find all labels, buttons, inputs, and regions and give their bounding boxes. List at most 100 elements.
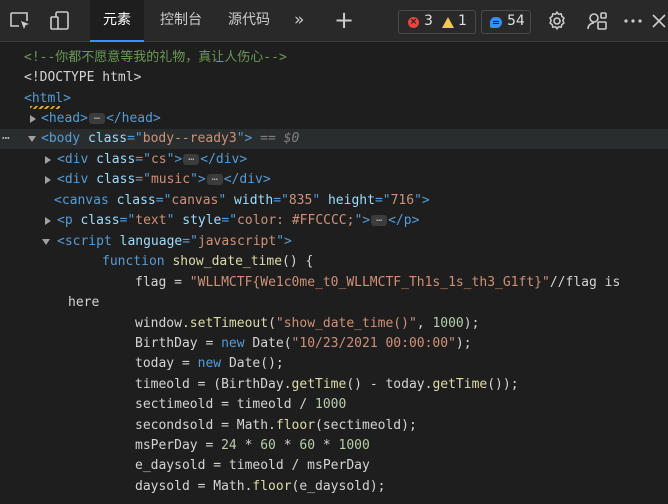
dom-tree-line[interactable]: ⋯ <body class="body--ready3"> == $0 (0, 129, 668, 149)
dom-tree-line[interactable]: sectimeold = timeold / 1000 (0, 395, 668, 415)
code-token: 835 (288, 193, 313, 208)
warning-count: 1 (458, 13, 467, 29)
dom-tree-line[interactable]: e_daysold = timeold / msPerDay (0, 456, 668, 476)
close-icon[interactable] (650, 9, 668, 33)
code-token: //flag is (549, 275, 621, 290)
tab-elements[interactable]: 元素 (90, 0, 144, 42)
code-token: here (68, 295, 100, 310)
more-options-icon[interactable] (621, 9, 645, 33)
line-content: <body class="body--ready3"> == $0 (41, 129, 299, 149)
expand-arrow-icon[interactable] (30, 115, 36, 123)
dom-tree-line[interactable]: <div class="cs">… </div> (0, 150, 668, 170)
code-token: function (102, 254, 173, 269)
code-token: 716 (390, 193, 415, 208)
connected-devices-icon[interactable] (585, 9, 609, 33)
code-token: ); (463, 316, 480, 331)
dom-tree-line[interactable]: <p class="text" style="color: #FFCCCC;">… (0, 211, 668, 231)
expand-arrow-icon[interactable] (45, 176, 51, 184)
code-token: 1000 (338, 438, 370, 453)
code-token: "> (354, 213, 371, 228)
code-token: BirthDay = (135, 336, 222, 351)
more-tabs-button[interactable]: » (294, 10, 304, 30)
line-content: <canvas class="canvas" width="835" heigh… (54, 191, 430, 211)
dom-tree-line[interactable]: <script language="javascript"> (0, 232, 668, 252)
code-token: class (96, 152, 136, 167)
dom-tree-line[interactable]: <!--你都不愿意等我的礼物，真让人伤心--> (0, 48, 668, 68)
line-content: today = new Date(); (135, 354, 284, 374)
code-token: ); (455, 336, 472, 351)
code-token: =" (119, 213, 136, 228)
code-token: show_date_time (172, 254, 283, 269)
code-token: daysold = Math. (135, 479, 253, 494)
tab-console[interactable]: 控制台 (150, 0, 212, 41)
line-content: <p class="text" style="color: #FFCCCC;">… (57, 211, 419, 231)
collapse-arrow-icon[interactable] (28, 136, 36, 142)
code-token: Date(); (228, 356, 284, 371)
code-token: canvas (171, 193, 219, 208)
dom-tree-line[interactable]: BirthDay = new Date("10/23/2021 00:00:00… (0, 334, 668, 354)
code-token: " (166, 213, 183, 228)
code-token: language (119, 234, 183, 249)
dom-tree-line[interactable]: window.setTimeout("show_date_time()", 10… (0, 314, 668, 334)
collapse-arrow-icon[interactable] (42, 239, 50, 245)
dom-tree-line[interactable]: secondsold = Math.floor(sectimeold); (0, 416, 668, 436)
collapsed-content-ellipsis[interactable]: … (206, 173, 223, 185)
messages-counter[interactable]: 54 (481, 10, 531, 34)
dom-tree-line[interactable]: <canvas class="canvas" width="835" heigh… (0, 191, 668, 211)
line-content: flag = "WLLMCTF{We1c0me_t0_WLLMCTF_Th1s_… (135, 273, 620, 293)
code-token: * (275, 438, 300, 453)
line-content: here (68, 293, 99, 313)
code-token: , (416, 316, 433, 331)
dom-tree-line[interactable]: here (0, 293, 668, 313)
code-token: "10/23/2021 00:00:00" (291, 336, 456, 351)
code-token: width (234, 193, 274, 208)
code-token: ()); (487, 377, 519, 392)
expand-arrow-icon[interactable] (45, 217, 51, 225)
code-token: cs (150, 152, 167, 167)
code-token: getTime (291, 377, 347, 392)
code-token: height (327, 193, 375, 208)
settings-gear-icon[interactable] (545, 9, 569, 33)
dom-tree-line[interactable]: function show_date_time() { (0, 252, 668, 272)
dom-tree-line[interactable]: daysold = Math.floor(e_daysold); (0, 477, 668, 497)
line-content: <script language="javascript"> (57, 232, 292, 252)
code-token: == $0 (252, 131, 300, 146)
dom-tree-line[interactable]: today = new Date(); (0, 354, 668, 374)
line-content: function show_date_time() { (102, 252, 313, 272)
dom-tree-line[interactable]: <head>… </head> (0, 109, 668, 129)
code-token: <script (57, 234, 120, 249)
issues-counter[interactable]: × 3 1 (398, 10, 476, 34)
tab-sources[interactable]: 源代码 (218, 0, 280, 41)
dom-tree-line[interactable]: <html> (0, 89, 668, 109)
device-emulation-icon[interactable] (48, 9, 72, 33)
dom-tree-line[interactable]: timeold = (BirthDay.getTime() - today.ge… (0, 375, 668, 395)
dom-tree-line[interactable]: msPerDay = 24 * 60 * 60 * 1000 (0, 436, 668, 456)
add-tab-button[interactable]: + (334, 5, 354, 35)
message-count: 54 (507, 13, 525, 29)
dom-tree-line[interactable]: flag = "WLLMCTF{We1c0me_t0_WLLMCTF_Th1s_… (0, 273, 668, 293)
inspect-element-icon[interactable] (8, 9, 32, 33)
collapsed-content-ellipsis[interactable]: … (183, 153, 200, 165)
dom-tree-line[interactable]: <!DOCTYPE html> (0, 68, 668, 88)
code-token: e_daysold = timeold / msPerDay (135, 458, 370, 473)
dom-tree-line[interactable]: <div class="music">… </div> (0, 170, 668, 190)
code-token: "> (190, 172, 206, 187)
code-token: <!--你都不愿意等我的礼物，真让人伤心--> (24, 50, 287, 65)
code-token: 60 (260, 438, 276, 453)
code-token: * (315, 438, 339, 453)
code-token: =" (221, 213, 238, 228)
code-token: "> (166, 152, 183, 167)
collapsed-content-ellipsis[interactable]: … (88, 112, 105, 124)
expand-arrow-icon[interactable] (45, 156, 51, 164)
row-actions-icon[interactable]: ⋯ (2, 129, 10, 149)
error-count: 3 (424, 13, 433, 29)
code-token: "show_date_time()" (275, 316, 417, 331)
collapsed-content-ellipsis[interactable]: … (371, 214, 388, 226)
line-content: <div class="music">… </div> (57, 170, 271, 190)
code-token: sectimeold = timeold / (135, 397, 316, 412)
code-token: * (236, 438, 261, 453)
code-token: "> (414, 193, 430, 208)
code-token: =" (135, 172, 151, 187)
code-token: " (312, 193, 328, 208)
code-token: new (197, 356, 229, 371)
